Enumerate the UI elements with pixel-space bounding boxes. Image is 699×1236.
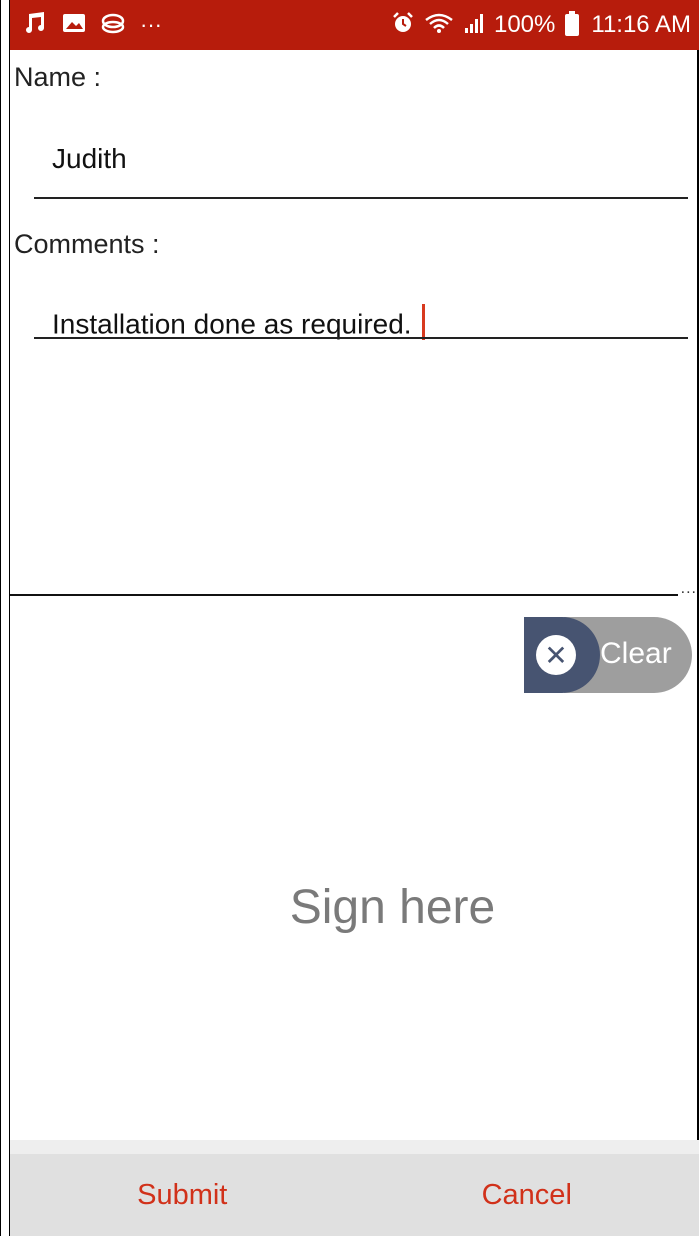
battery-icon xyxy=(565,11,580,36)
window-border-left xyxy=(0,0,10,1236)
name-input-underline xyxy=(34,197,688,199)
status-notifications: ··· xyxy=(24,10,162,40)
status-system: 100% 11:16 AM xyxy=(392,11,691,39)
comments-input-underline xyxy=(34,337,688,339)
comments-text: Installation done as required. xyxy=(52,308,412,340)
chat-icon xyxy=(100,11,126,39)
submit-button[interactable]: Submit xyxy=(10,1179,355,1212)
bottom-bar-shadow xyxy=(10,1140,699,1154)
image-icon xyxy=(62,12,86,38)
clock: 11:16 AM xyxy=(591,11,691,38)
music-icon xyxy=(24,10,48,40)
status-bar: ··· 100% 11:16 AM xyxy=(10,0,699,50)
alarm-icon xyxy=(392,11,414,39)
wifi-icon xyxy=(424,12,454,39)
cancel-button[interactable]: Cancel xyxy=(355,1179,699,1212)
name-input[interactable]: Judith xyxy=(52,143,127,175)
overflow-dots: ... xyxy=(680,580,697,597)
signature-pad-placeholder[interactable]: Sign here xyxy=(0,880,699,935)
text-caret xyxy=(421,304,425,340)
clear-label: Clear xyxy=(600,637,672,670)
signature-top-border xyxy=(10,594,678,596)
clear-signature-button[interactable]: ✕ Clear xyxy=(524,617,694,693)
action-bar: Submit Cancel xyxy=(10,1154,699,1236)
signal-icon xyxy=(464,12,484,39)
name-label: Name : xyxy=(14,62,102,92)
comments-label: Comments : xyxy=(14,229,160,259)
battery-percent: 100% xyxy=(493,11,556,38)
more-icon: ··· xyxy=(140,12,162,37)
close-circle-icon: ✕ xyxy=(536,635,576,675)
